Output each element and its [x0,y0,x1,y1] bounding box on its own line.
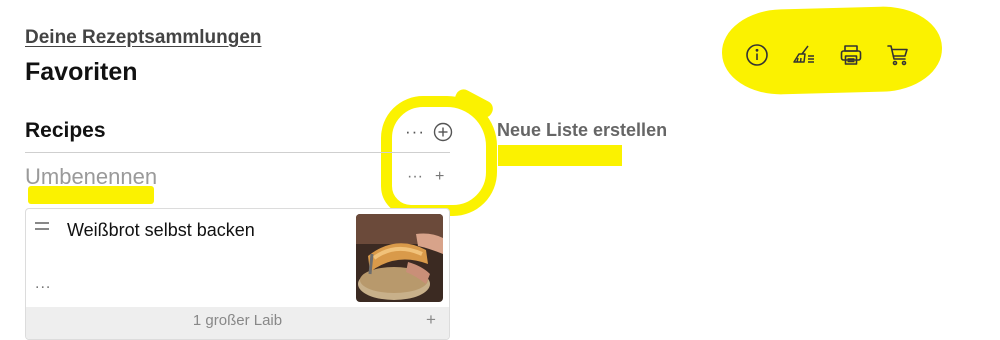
breadcrumb[interactable]: Deine Rezeptsammlungen [25,27,262,49]
drag-handle-icon[interactable] [35,222,49,234]
broom-icon [793,45,814,63]
new-list-link[interactable]: Neue Liste erstellen [497,120,667,141]
print-button[interactable] [836,40,866,70]
list-title: Recipes [25,119,106,142]
rename-actions: ··· + [407,168,444,186]
recipe-footer: 1 großer Laib + [26,307,449,339]
shopping-list-button[interactable] [883,40,913,70]
shopping-cart-icon [887,45,908,66]
recipe-title[interactable]: Weißbrot selbst backen [67,220,255,241]
quantity-increase-button[interactable]: + [426,310,436,330]
printer-icon [840,45,862,65]
info-button[interactable] [742,40,772,70]
recipe-thumbnail[interactable] [356,214,443,302]
page-title: Favoriten [25,58,138,86]
rename-more-button[interactable]: ··· [407,168,423,186]
recipe-card[interactable]: Weißbrot selbst backen ... 1 großer Laib… [25,208,450,340]
divider [25,152,450,153]
highlight-mark [498,145,622,166]
add-circle-icon[interactable] [433,122,453,142]
list-actions: ··· [405,122,453,142]
rename-input[interactable]: Umbenennen [25,164,157,190]
clear-list-button[interactable] [789,40,819,70]
list-more-button[interactable]: ··· [405,122,425,142]
info-icon [746,44,768,66]
toolbar [742,40,913,70]
recipe-more-button[interactable]: ... [35,275,51,293]
recipe-quantity: 1 großer Laib [192,312,283,329]
rename-add-button[interactable]: + [435,168,444,186]
